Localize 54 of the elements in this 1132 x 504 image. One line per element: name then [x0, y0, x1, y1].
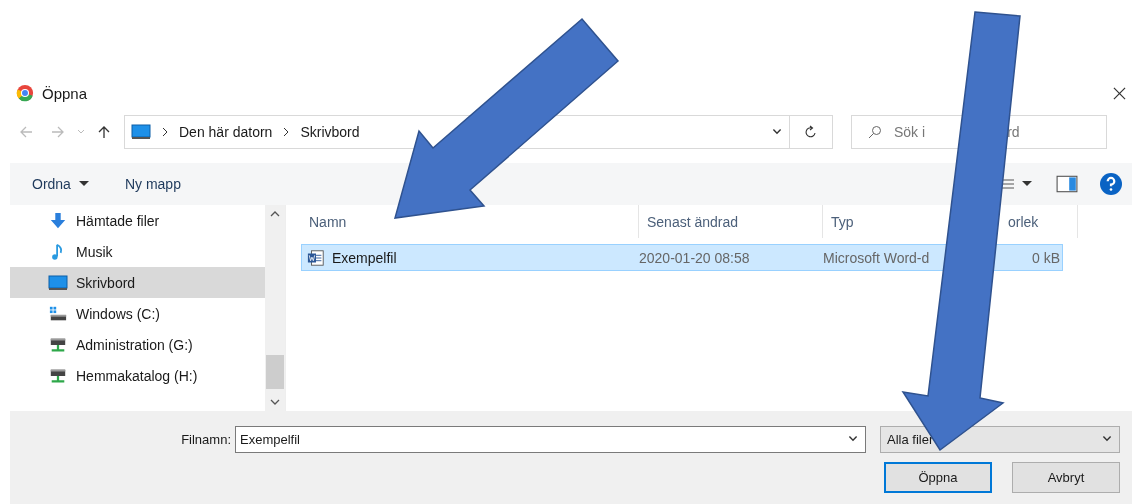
view-list-icon[interactable]: [1002, 179, 1014, 189]
sidebar-label: Hämtade filer: [76, 212, 160, 229]
sidebar-item[interactable]: Hemmakatalog (H:): [10, 360, 265, 391]
search-placeholder: Sök i: [894, 124, 926, 140]
scrollbar[interactable]: [265, 205, 285, 411]
drive-icon: [48, 304, 68, 323]
sidebar-item[interactable]: Musik: [10, 236, 265, 267]
scroll-up-icon[interactable]: [270, 211, 280, 217]
column-header[interactable]: orlek: [1008, 213, 1039, 230]
word-document-icon: [306, 248, 326, 267]
breadcrumb-item[interactable]: Skrivbord: [300, 124, 360, 140]
caret-icon[interactable]: [1022, 181, 1032, 187]
column-header[interactable]: Namn: [309, 213, 347, 230]
filename-field[interactable]: Exempelfil: [235, 425, 866, 453]
sidebar-item[interactable]: Windows (C:): [10, 298, 265, 329]
window-title: Öppna: [42, 84, 88, 102]
sidebar-item[interactable]: Administration (G:): [10, 329, 265, 360]
refresh-icon: [804, 125, 818, 139]
column-header[interactable]: Senast ändrad: [647, 213, 739, 230]
sidebar-label: Skrivbord: [76, 274, 136, 291]
toolbar-button[interactable]: Ordna: [32, 176, 89, 192]
browser-logo-icon: [16, 84, 34, 102]
file-name: Exempelfil: [332, 249, 397, 266]
table-cell-text: 2020-01-20 08:58: [638, 249, 751, 266]
refresh-button[interactable]: [790, 115, 833, 149]
sidebar-label: Hemmakatalog (H:): [76, 367, 198, 384]
search-icon: [868, 125, 882, 139]
sidebar-item[interactable]: Hämtade filer: [10, 205, 265, 236]
file-row[interactable]: Exempelfil 2020-01-20 08:58 Microsoft Word-d 0 kB: [301, 244, 1063, 271]
table-cell-text: 0 kB: [1031, 249, 1061, 266]
close-icon[interactable]: [1113, 86, 1126, 100]
toolbar-button[interactable]: Ny mapp: [124, 176, 181, 192]
sidebar-item[interactable]: Skrivbord: [10, 267, 265, 298]
search-placeholder: rd: [1007, 124, 1020, 140]
help-icon[interactable]: [1100, 173, 1122, 195]
dialog-button[interactable]: Avbryt: [1012, 462, 1120, 493]
caret-icon: [78, 181, 89, 187]
column-header[interactable]: Typ: [831, 213, 854, 230]
breadcrumb-item[interactable]: Den här datorn: [179, 124, 273, 140]
scroll-thumb[interactable]: [266, 355, 284, 389]
chevron-right-icon: [282, 127, 291, 137]
scroll-down-icon[interactable]: [270, 399, 280, 405]
table-cell-text: Microsoft Word-d: [822, 249, 931, 266]
desktop-icon: [131, 123, 151, 141]
chevron-right-icon: [161, 127, 169, 137]
filename-label: Filnamn:: [180, 431, 231, 447]
download-arrow-icon: [48, 211, 68, 230]
sidebar-label: Windows (C:): [76, 305, 160, 322]
preview-pane-icon[interactable]: [1056, 175, 1078, 193]
up-arrow-icon[interactable]: [97, 125, 111, 139]
desktop-icon: [48, 273, 68, 292]
sidebar-label: Musik: [76, 243, 113, 260]
dialog-button[interactable]: Öppna: [884, 462, 992, 493]
sidebar-label: Administration (G:): [76, 336, 193, 353]
